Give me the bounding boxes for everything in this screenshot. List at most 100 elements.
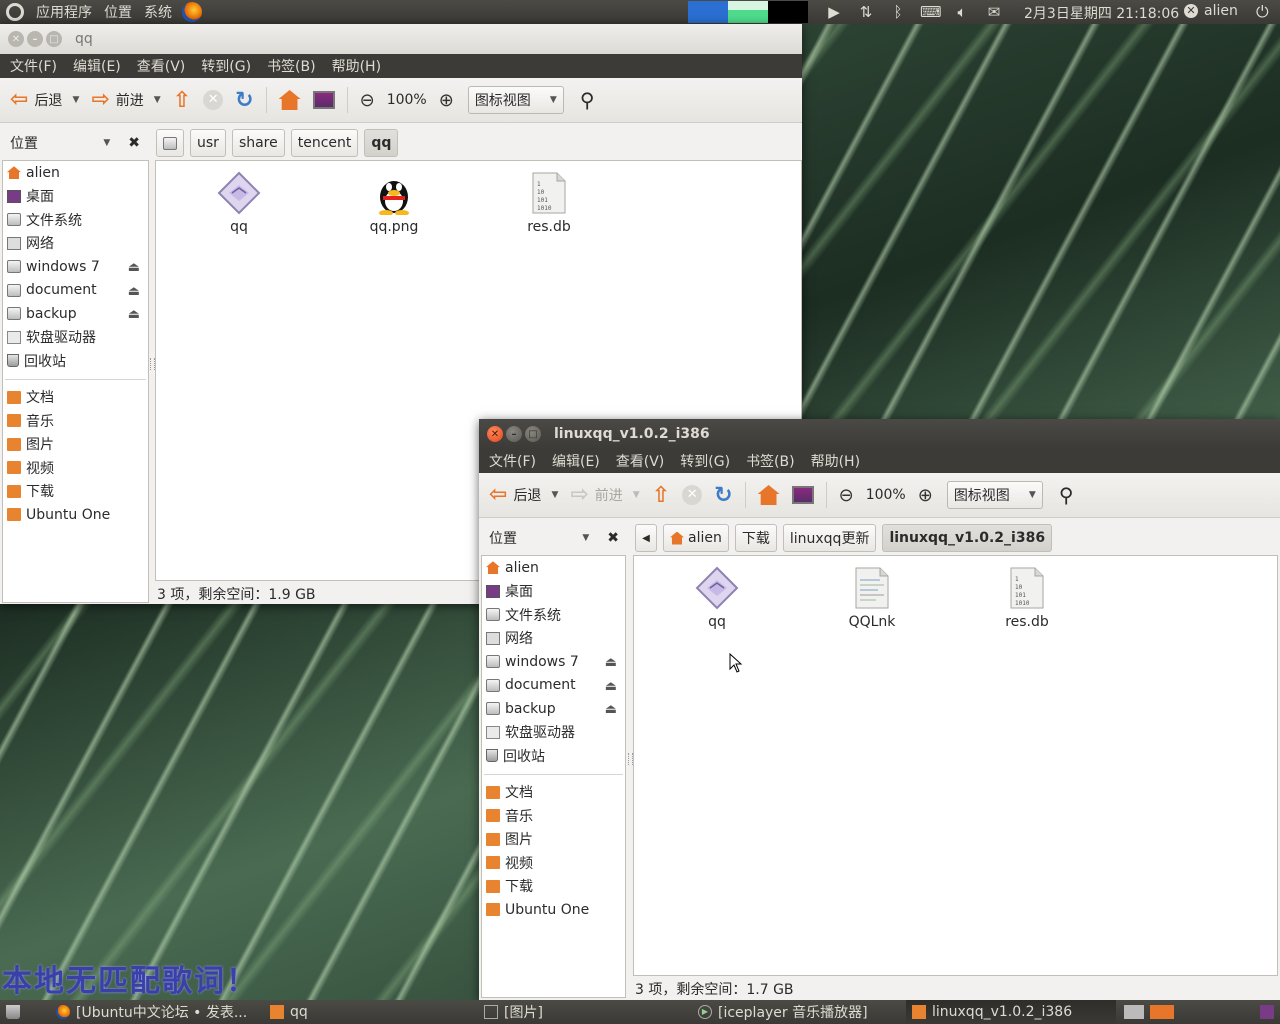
mail-icon[interactable]: ✉ bbox=[984, 3, 1004, 21]
eject-icon[interactable]: ⏏ bbox=[605, 702, 617, 717]
sidebar-item-ubuntu-one[interactable]: Ubuntu One bbox=[482, 898, 625, 922]
forward-button[interactable]: ⇨ 前进 ▼ bbox=[87, 86, 164, 114]
sidebar-item-ubuntu-one[interactable]: Ubuntu One bbox=[3, 503, 148, 527]
menu-go[interactable]: 转到(G) bbox=[193, 56, 259, 76]
eject-icon[interactable]: ⏏ bbox=[605, 655, 617, 670]
sidebar-item-alien[interactable]: alien bbox=[3, 161, 148, 185]
sidebar-item-document[interactable]: document ⏏ bbox=[482, 674, 625, 698]
eject-icon[interactable]: ⏏ bbox=[128, 284, 140, 299]
zoom-out-button[interactable]: ⊖ bbox=[356, 86, 379, 115]
maximize-button[interactable]: □ bbox=[525, 426, 541, 442]
trash-applet[interactable] bbox=[1254, 1000, 1280, 1024]
volume-icon[interactable]: 🔈︎ bbox=[952, 3, 972, 21]
chevron-down-icon[interactable]: ▼ bbox=[633, 490, 640, 500]
user-menu[interactable]: ✕ alien bbox=[1184, 3, 1238, 19]
show-desktop-button[interactable] bbox=[0, 1000, 50, 1024]
menu-places[interactable]: 位置 bbox=[98, 2, 138, 22]
sidebar-item-downloads[interactable]: 下载 bbox=[3, 480, 148, 504]
places-select[interactable]: 位置 bbox=[489, 528, 517, 548]
chevron-down-icon[interactable]: ▼ bbox=[154, 95, 161, 105]
close-button[interactable]: ✕ bbox=[487, 426, 503, 442]
menu-view[interactable]: 查看(V) bbox=[608, 451, 673, 471]
reload-button[interactable]: ↻ bbox=[710, 479, 736, 512]
network-arrows-icon[interactable]: ⇅ bbox=[856, 3, 876, 21]
stop-button[interactable]: ✕ bbox=[678, 481, 706, 509]
maximize-button[interactable]: □ bbox=[46, 31, 62, 47]
clock[interactable]: 2月3日星期四 21:18:06 bbox=[1024, 3, 1179, 23]
menu-file[interactable]: 文件(F) bbox=[2, 56, 65, 76]
menu-system[interactable]: 系统 bbox=[138, 2, 178, 22]
up-button[interactable]: ⇧ bbox=[169, 84, 195, 117]
breadcrumb-current[interactable]: qq bbox=[364, 129, 399, 157]
sidebar-item-downloads[interactable]: 下载 bbox=[482, 875, 625, 899]
eject-icon[interactable]: ⏏ bbox=[128, 307, 140, 322]
home-button[interactable] bbox=[275, 86, 305, 114]
view-mode-select[interactable]: 图标视图 ▼ bbox=[467, 86, 564, 114]
workspace-switcher[interactable] bbox=[1118, 1000, 1174, 1024]
titlebar[interactable]: ✕ – □ linuxqq_v1.0.2_i386 bbox=[479, 419, 1280, 449]
sidebar-item-backup[interactable]: backup ⏏ bbox=[482, 697, 625, 721]
taskbar-item-pictures[interactable]: [图片] bbox=[478, 1000, 690, 1024]
sidebar-item-videos[interactable]: 视频 bbox=[3, 456, 148, 480]
breadcrumb-item[interactable]: linuxqq更新 bbox=[782, 524, 877, 552]
sidebar-item-videos[interactable]: 视频 bbox=[482, 851, 625, 875]
breadcrumb-item[interactable]: usr bbox=[190, 129, 226, 157]
file-item[interactable]: QQLnk bbox=[817, 566, 927, 630]
taskbar-item-firefox[interactable]: [Ubuntu中文论坛 • 发表... bbox=[50, 1000, 260, 1024]
chevron-down-icon[interactable]: ▼ bbox=[72, 95, 79, 105]
breadcrumb-root[interactable] bbox=[156, 129, 184, 157]
chevron-down-icon[interactable]: ▼ bbox=[551, 490, 558, 500]
close-sidebar-icon[interactable]: ✖ bbox=[128, 135, 140, 151]
sidebar-item-windows7[interactable]: windows 7 ⏏ bbox=[482, 650, 625, 674]
back-button[interactable]: ⇦ 后退 ▼ bbox=[485, 481, 562, 509]
sidebar-item-filesystem[interactable]: 文件系统 bbox=[3, 208, 148, 232]
menu-applications[interactable]: 应用程序 bbox=[30, 2, 98, 22]
file-item[interactable]: 1 10 101 1010 res.db bbox=[972, 566, 1082, 630]
menu-go[interactable]: 转到(G) bbox=[672, 451, 738, 471]
minimize-button[interactable]: – bbox=[506, 426, 522, 442]
menu-edit[interactable]: 编辑(E) bbox=[65, 56, 129, 76]
taskbar-item-qq[interactable]: qq bbox=[264, 1000, 474, 1024]
workspace-1[interactable] bbox=[1124, 1005, 1144, 1019]
computer-button[interactable] bbox=[309, 87, 339, 113]
zoom-level[interactable]: 100% bbox=[862, 483, 910, 507]
menu-view[interactable]: 查看(V) bbox=[129, 56, 194, 76]
system-monitor[interactable] bbox=[688, 1, 808, 23]
breadcrumb-item[interactable]: alien bbox=[663, 524, 729, 552]
sidebar-item-music[interactable]: 音乐 bbox=[482, 804, 625, 828]
zoom-in-button[interactable]: ⊕ bbox=[435, 86, 458, 115]
eject-icon[interactable]: ⏏ bbox=[128, 260, 140, 275]
menu-edit[interactable]: 编辑(E) bbox=[544, 451, 608, 471]
taskbar-item-iceplayer[interactable]: ▶ [iceplayer 音乐播放器] bbox=[692, 1000, 904, 1024]
play-icon[interactable]: ▶ bbox=[824, 3, 844, 21]
sidebar-item-windows7[interactable]: windows 7 ⏏ bbox=[3, 255, 148, 279]
eject-icon[interactable]: ⏏ bbox=[605, 679, 617, 694]
file-item[interactable]: qq bbox=[662, 566, 772, 630]
sidebar-item-trash[interactable]: 回收站 bbox=[482, 744, 625, 768]
sidebar-item-backup[interactable]: backup ⏏ bbox=[3, 302, 148, 326]
sidebar-item-alien[interactable]: alien bbox=[482, 556, 625, 580]
sidebar-item-pictures[interactable]: 图片 bbox=[482, 828, 625, 852]
breadcrumb-current[interactable]: linuxqq_v1.0.2_i386 bbox=[882, 524, 1053, 552]
chevron-down-icon[interactable]: ▼ bbox=[582, 533, 589, 543]
sidebar-item-document[interactable]: document ⏏ bbox=[3, 279, 148, 303]
keyboard-icon[interactable]: ⌨ bbox=[920, 3, 942, 21]
close-sidebar-icon[interactable]: ✖ bbox=[607, 530, 619, 546]
menu-help[interactable]: 帮助(H) bbox=[803, 451, 868, 471]
menu-bookmarks[interactable]: 书签(B) bbox=[738, 451, 803, 471]
minimize-button[interactable]: – bbox=[27, 31, 43, 47]
titlebar[interactable]: ✕ – □ qq bbox=[0, 24, 802, 54]
chevron-down-icon[interactable]: ▼ bbox=[103, 138, 110, 148]
sidebar-item-network[interactable]: 网络 bbox=[482, 627, 625, 651]
workspace-2[interactable] bbox=[1150, 1005, 1174, 1019]
breadcrumb-item[interactable]: tencent bbox=[290, 129, 359, 157]
sidebar-item-network[interactable]: 网络 bbox=[3, 232, 148, 256]
sidebar-item-music[interactable]: 音乐 bbox=[3, 409, 148, 433]
places-select[interactable]: 位置 bbox=[10, 133, 38, 153]
ubuntu-logo-icon[interactable] bbox=[6, 3, 24, 21]
sidebar-item-floppy[interactable]: 软盘驱动器 bbox=[482, 721, 625, 745]
stop-button[interactable]: ✕ bbox=[199, 86, 227, 114]
menu-file[interactable]: 文件(F) bbox=[481, 451, 544, 471]
sidebar-item-floppy[interactable]: 软盘驱动器 bbox=[3, 326, 148, 350]
forward-button[interactable]: ⇨ 前进 ▼ bbox=[566, 481, 643, 509]
